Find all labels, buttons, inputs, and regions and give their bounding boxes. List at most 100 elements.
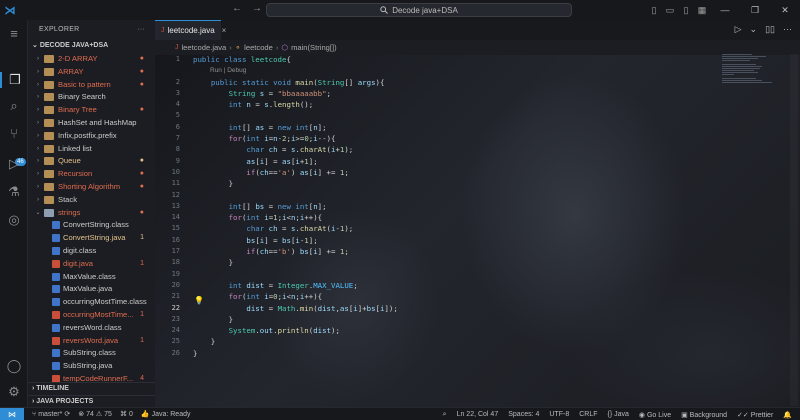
code-line: System.out.println(dist);: [228, 326, 340, 336]
tree-folder[interactable]: › HashSet and HashMap: [28, 117, 155, 130]
workspace-root[interactable]: ⌄ DECODE JAVA+DSA: [28, 40, 155, 52]
breadcrumb: J leetcode.java › ⚬ leetcode › ⬡ main(St…: [155, 40, 800, 54]
code-editor[interactable]: public class leetcode{ Run | Debug publi…: [193, 54, 398, 359]
tree-file[interactable]: ConvertString.class: [28, 219, 155, 232]
run-play-icon[interactable]: ▷: [735, 24, 742, 35]
codelens-run-debug[interactable]: Run | Debug: [193, 65, 398, 76]
more-actions-icon[interactable]: ···: [137, 20, 145, 40]
git-branch[interactable]: ⑂ master* ⟳: [32, 410, 70, 419]
breadcrumb-file[interactable]: leetcode.java: [182, 43, 227, 52]
tree-folder[interactable]: › Binary Tree ●: [28, 104, 155, 117]
tree-folder[interactable]: › Shorting Algorithm ●: [28, 181, 155, 194]
tree-file[interactable]: MaxValue.class: [28, 271, 155, 284]
toggle-panel-right-icon[interactable]: ▯: [678, 5, 694, 16]
timeline-section[interactable]: › TIMELINE: [28, 382, 155, 394]
tree-folder[interactable]: ⌄ strings ●: [28, 207, 155, 220]
chevron-right-icon: ›: [37, 171, 39, 178]
tree-folder[interactable]: › Queue ●: [28, 155, 155, 168]
close-window-button[interactable]: ✕: [770, 5, 800, 16]
remote-indicator-icon[interactable]: ⋈: [0, 407, 24, 420]
settings-gear-icon[interactable]: ⚙: [0, 384, 28, 400]
java-projects-section[interactable]: › JAVA PROJECTS: [28, 395, 155, 407]
breadcrumb-class[interactable]: leetcode: [244, 43, 273, 52]
code-line: public class leetcode{: [193, 55, 291, 64]
tree-file[interactable]: SubString.class: [28, 347, 155, 360]
tree-folder[interactable]: › Binary Search: [28, 91, 155, 104]
chevron-right-icon: ›: [37, 68, 39, 75]
account-icon[interactable]: ◯: [0, 358, 28, 374]
line-number: 18: [171, 258, 180, 267]
notifications-bell-icon[interactable]: 🔔: [783, 411, 792, 419]
tree-folder[interactable]: › 2-D ARRAY ●: [28, 53, 155, 66]
tree-file[interactable]: reversWord.java 1: [28, 335, 155, 348]
folder-icon: [44, 131, 54, 140]
tree-file[interactable]: digit.class: [28, 245, 155, 258]
editor-scrollbar[interactable]: [790, 54, 798, 406]
tree-file[interactable]: reversWord.class: [28, 322, 155, 335]
tree-item-label: Linked list: [58, 143, 92, 153]
breadcrumb-method[interactable]: main(String[]): [291, 43, 337, 52]
tree-file[interactable]: ConvertString.java 1: [28, 232, 155, 245]
cursor-position[interactable]: Ln 22, Col 47: [457, 411, 499, 418]
edge-devtools-icon[interactable]: ◎: [0, 212, 28, 228]
menu-icon[interactable]: ≡: [0, 26, 28, 41]
search-icon[interactable]: ⌕: [0, 98, 28, 114]
code-line: char ch = s.charAt(i+1);: [246, 145, 354, 155]
go-live-button[interactable]: ◉ Go Live: [639, 411, 671, 419]
tree-file[interactable]: occurringMostTime... 1: [28, 309, 155, 322]
vscode-logo-icon: ⋊: [4, 4, 16, 17]
tree-item-label: occurringMostTime...: [63, 309, 134, 319]
forward-arrow-icon[interactable]: →: [252, 3, 262, 14]
split-editor-icon[interactable]: ▯▯: [765, 24, 775, 35]
restore-button[interactable]: ❐: [740, 5, 770, 16]
warning-icon: ⚠: [95, 411, 103, 418]
back-arrow-icon[interactable]: ←: [232, 3, 242, 14]
language-mode[interactable]: {} Java: [608, 411, 629, 418]
prettier-button[interactable]: ✓✓ Prettier: [737, 411, 773, 419]
prettier-label: Prettier: [750, 411, 774, 419]
customize-layout-icon[interactable]: ▦: [694, 5, 710, 16]
ports-count: 0: [128, 410, 133, 418]
minimap[interactable]: [722, 54, 788, 88]
line-number: 16: [171, 235, 180, 244]
title-bar: ⋊ ← → Decode java+DSA ▯ ▭ ▯ ▦ — ❐ ✕: [0, 0, 800, 20]
tree-folder[interactable]: › Stack: [28, 194, 155, 207]
tree-item-label: Queue: [58, 156, 81, 166]
lightbulb-quickfix-icon[interactable]: 💡: [194, 296, 204, 305]
run-debug-icon[interactable]: ▷: [0, 156, 28, 172]
minimize-button[interactable]: —: [710, 5, 740, 15]
line-number: 21: [171, 292, 180, 301]
zoom-icon[interactable]: ⌕: [443, 411, 447, 419]
tree-file[interactable]: digit.java 1: [28, 258, 155, 271]
tree-item-label: occurringMostTime.class: [63, 297, 147, 307]
more-editor-actions-icon[interactable]: ···: [783, 24, 792, 35]
indentation[interactable]: Spaces: 4: [508, 411, 539, 418]
ports-indicator[interactable]: ⌘ 0: [120, 410, 133, 419]
source-control-icon[interactable]: ⑂: [0, 126, 28, 141]
tree-folder[interactable]: › ARRAY ●: [28, 66, 155, 79]
encoding[interactable]: UTF-8: [549, 411, 569, 418]
tree-folder[interactable]: › Recursion ●: [28, 168, 155, 181]
tree-folder[interactable]: › Basic to pattern ●: [28, 79, 155, 92]
toggle-panel-bottom-icon[interactable]: ▭: [662, 5, 678, 16]
tree-file[interactable]: SubString.java: [28, 360, 155, 373]
java-status[interactable]: 👍 Java: Ready: [141, 410, 191, 419]
chevron-right-icon: ›: [37, 145, 39, 152]
code-line: if(ch=='a') as[i] += 1;: [246, 167, 349, 177]
close-tab-icon[interactable]: ×: [222, 26, 227, 35]
command-center-search[interactable]: Decode java+DSA: [266, 3, 572, 17]
toggle-panel-left-icon[interactable]: ▯: [646, 5, 662, 16]
tree-folder[interactable]: › Infix,postfix,prefix: [28, 130, 155, 143]
tree-file[interactable]: MaxValue.java: [28, 283, 155, 296]
testing-flask-icon[interactable]: ⚗: [0, 184, 28, 200]
line-number: 8: [175, 145, 180, 154]
problems-indicator[interactable]: ⊗ 74 ⚠ 75: [78, 410, 112, 419]
tree-folder[interactable]: › Linked list: [28, 143, 155, 156]
tree-file[interactable]: occurringMostTime.class: [28, 296, 155, 309]
background-button[interactable]: ▣ Background: [681, 411, 727, 419]
run-dropdown-icon[interactable]: ⌄: [750, 24, 758, 35]
line-number: 25: [171, 337, 180, 346]
tab-leetcode-java[interactable]: J leetcode.java ×: [155, 20, 226, 40]
explorer-files-icon[interactable]: ❐: [0, 72, 28, 88]
line-ending[interactable]: CRLF: [579, 411, 597, 418]
